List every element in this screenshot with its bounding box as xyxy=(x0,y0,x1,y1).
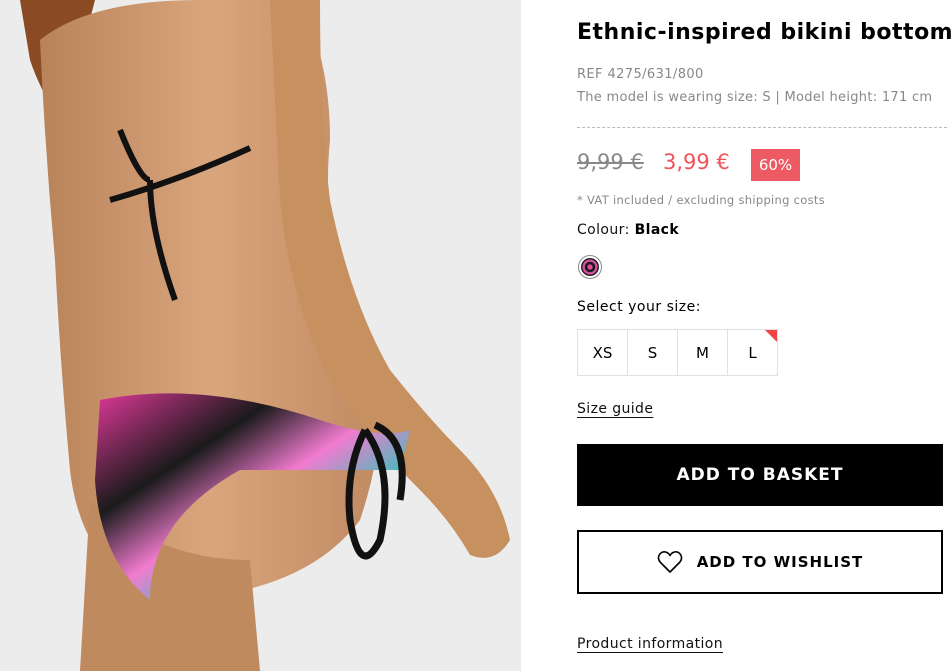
model-info: The model is wearing size: S | Model hei… xyxy=(577,90,933,105)
product-ref: REF 4275/631/800 xyxy=(577,67,704,82)
heart-icon xyxy=(657,550,683,574)
product-photo-illustration xyxy=(0,0,521,671)
add-to-wishlist-label: ADD TO WISHLIST xyxy=(696,553,864,571)
size-option-s[interactable]: S xyxy=(627,329,678,376)
old-price: 9,99 € xyxy=(577,150,644,174)
product-image[interactable] xyxy=(0,0,521,671)
add-to-wishlist-button[interactable]: ADD TO WISHLIST xyxy=(577,530,943,594)
size-option-xs[interactable]: XS xyxy=(577,329,628,376)
colour-value: Black xyxy=(634,222,680,238)
size-guide-link[interactable]: Size guide xyxy=(577,401,653,417)
vat-note: * VAT included / excluding shipping cost… xyxy=(577,193,826,207)
add-to-basket-button[interactable]: ADD TO BASKET xyxy=(577,444,943,506)
current-price: 3,99 € xyxy=(663,150,730,174)
product-information-link[interactable]: Product information xyxy=(577,636,723,652)
size-option-l-label: L xyxy=(748,343,757,362)
size-option-m[interactable]: M xyxy=(677,329,728,376)
size-selector: XS S M L xyxy=(577,329,778,376)
size-option-l[interactable]: L xyxy=(727,329,778,376)
colour-label: Colour: xyxy=(577,222,630,238)
size-label: Select your size: xyxy=(577,299,701,315)
add-to-basket-label: ADD TO BASKET xyxy=(676,465,844,485)
divider xyxy=(577,127,947,128)
discount-badge: 60% xyxy=(751,149,800,181)
swatch-pattern-icon xyxy=(581,258,599,276)
colour-swatch-black[interactable] xyxy=(578,255,602,279)
product-title: Ethnic-inspired bikini bottoms xyxy=(577,20,951,45)
product-page: Ethnic-inspired bikini bottoms REF 4275/… xyxy=(0,0,951,671)
colour-row: Colour: Black xyxy=(577,222,679,238)
low-stock-corner-icon xyxy=(765,330,777,342)
